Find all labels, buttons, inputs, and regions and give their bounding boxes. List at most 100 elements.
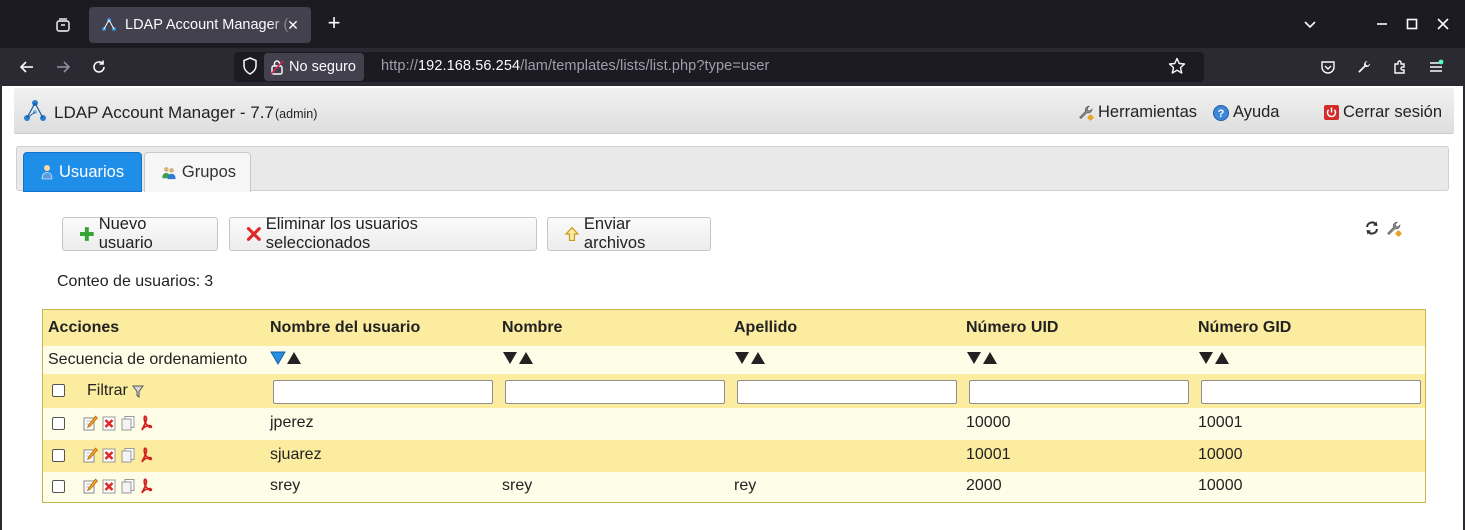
sort-arrows-uid: [270, 351, 302, 365]
sort-asc-icon[interactable]: [286, 351, 302, 365]
cell-surname: rey: [734, 477, 757, 494]
sort-asc-icon[interactable]: [1214, 351, 1230, 365]
sort-asc-icon[interactable]: [982, 351, 998, 365]
sort-asc-icon[interactable]: [518, 351, 534, 365]
url-text[interactable]: http://192.168.56.254/lam/templates/list…: [381, 58, 770, 74]
edit-icon[interactable]: [82, 415, 98, 431]
maximize-icon[interactable]: [1400, 12, 1424, 36]
filter-funnel-icon[interactable]: [132, 385, 144, 403]
menu-icon[interactable]: [1424, 55, 1448, 79]
lam-logo-icon[interactable]: [23, 99, 47, 128]
cell-givenname: srey: [502, 477, 533, 494]
tab-users-label: Usuarios: [59, 162, 125, 181]
tab-list-icon[interactable]: [50, 12, 76, 38]
copy-icon[interactable]: [120, 447, 136, 463]
row-actions: [82, 415, 153, 431]
refresh-icon[interactable]: [1364, 220, 1380, 243]
new-tab-icon[interactable]: +: [322, 12, 346, 36]
current-user-badge: (admin): [275, 107, 318, 121]
column-header-uid: Nombre del usuario: [270, 319, 421, 336]
delete-icon[interactable]: [101, 447, 117, 463]
upload-files-label: Enviar archivos: [583, 215, 646, 252]
url-bar[interactable]: No seguro http://192.168.56.254/lam/temp…: [234, 52, 1204, 82]
object-tabs: Usuarios Grupos: [16, 146, 1449, 192]
url-path: /lam/templates/lists/list.php?type=user: [520, 58, 770, 74]
tab-groups-label: Grupos: [181, 163, 236, 181]
delete-icon[interactable]: [101, 415, 117, 431]
browser-nav-bar: No seguro http://192.168.56.254/lam/temp…: [0, 48, 1465, 86]
upload-arrow-icon: [564, 226, 580, 242]
tools-link[interactable]: Herramientas: [1077, 103, 1197, 122]
url-host: 192.168.56.254: [417, 58, 521, 74]
sort-label: Secuencia de ordenamiento: [48, 351, 248, 368]
bookmark-star-icon[interactable]: [1168, 57, 1186, 80]
filter-label: Filtrar: [87, 382, 128, 399]
tab-overflow-icon[interactable]: [1298, 12, 1322, 36]
filter-input-uidnumber[interactable]: [969, 380, 1189, 404]
pdf-icon[interactable]: [139, 478, 153, 494]
new-user-button[interactable]: Nuevo usuario: [62, 215, 218, 252]
plus-icon: [79, 227, 94, 241]
sort-desc-icon[interactable]: [966, 351, 982, 365]
browser-tab-bar: LDAP Account Manager ( ✕ +: [0, 0, 1465, 48]
column-header-actions: Acciones: [48, 319, 120, 336]
close-tab-icon[interactable]: ✕: [283, 15, 303, 35]
sort-arrows-uidnumber: [966, 351, 998, 365]
back-icon[interactable]: [15, 55, 39, 79]
row-checkbox[interactable]: [52, 417, 65, 430]
sort-asc-icon[interactable]: [750, 351, 766, 365]
help-link[interactable]: ? Ayuda: [1212, 103, 1280, 122]
edit-icon[interactable]: [82, 478, 98, 494]
logout-link[interactable]: Cerrar sesión: [1323, 103, 1442, 122]
list-settings-icon[interactable]: [1385, 220, 1403, 243]
cell-uid[interactable]: sjuarez: [270, 446, 322, 464]
delete-selected-button[interactable]: Eliminar los usuarios seleccionados: [229, 215, 537, 252]
cell-uid[interactable]: jperez: [270, 414, 314, 432]
user-icon: [41, 165, 53, 180]
select-all-checkbox[interactable]: [52, 384, 65, 397]
cell-gidnumber: 10000: [1198, 446, 1243, 463]
filter-row: Filtrar: [43, 374, 1425, 408]
row-checkbox[interactable]: [52, 480, 65, 493]
app-header: LDAP Account Manager - 7.7 (admin) Herra…: [14, 88, 1454, 134]
tab-users[interactable]: Usuarios: [23, 152, 142, 192]
minimize-icon[interactable]: [1370, 12, 1394, 36]
sort-desc-icon[interactable]: [734, 351, 750, 365]
sort-desc-active-icon[interactable]: [270, 351, 286, 365]
sort-desc-icon[interactable]: [502, 351, 518, 365]
reload-icon[interactable]: [87, 55, 111, 79]
forward-icon[interactable]: [51, 55, 75, 79]
filter-input-givenname[interactable]: [505, 380, 725, 404]
row-checkbox[interactable]: [52, 449, 65, 462]
filter-input-gidnumber[interactable]: [1201, 380, 1421, 404]
delete-icon[interactable]: [101, 478, 117, 494]
copy-icon[interactable]: [120, 415, 136, 431]
pocket-icon[interactable]: [1316, 55, 1340, 79]
filter-input-uid[interactable]: [273, 380, 493, 404]
cell-uidnumber: 2000: [966, 477, 1002, 494]
copy-icon[interactable]: [120, 478, 136, 494]
delete-selected-label: Eliminar los usuarios seleccionados: [265, 215, 418, 252]
extensions-icon[interactable]: [1388, 55, 1412, 79]
edit-icon[interactable]: [82, 447, 98, 463]
upload-files-button[interactable]: Enviar archivos: [547, 215, 711, 252]
pdf-icon[interactable]: [139, 447, 153, 463]
column-header-surname: Apellido: [734, 319, 798, 336]
cell-uid[interactable]: srey: [270, 477, 300, 495]
browser-tab[interactable]: LDAP Account Manager ( ✕: [89, 7, 311, 43]
app-title[interactable]: LDAP Account Manager - 7.7: [54, 103, 274, 123]
wrench-icon[interactable]: [1352, 55, 1376, 79]
cell-gidnumber: 10000: [1198, 477, 1243, 494]
user-count-value: 3: [204, 273, 214, 290]
filter-input-surname[interactable]: [737, 380, 957, 404]
sort-row: Secuencia de ordenamiento: [43, 346, 1425, 374]
close-window-icon[interactable]: [1431, 12, 1455, 36]
shield-icon[interactable]: [242, 57, 258, 80]
security-indicator[interactable]: No seguro: [264, 53, 364, 81]
user-count-label: Conteo de usuarios:: [57, 273, 201, 290]
list-tools: [1364, 220, 1403, 243]
pdf-icon[interactable]: [139, 415, 153, 431]
tab-groups[interactable]: Grupos: [144, 152, 251, 192]
delete-x-icon: [246, 227, 261, 241]
sort-desc-icon[interactable]: [1198, 351, 1214, 365]
